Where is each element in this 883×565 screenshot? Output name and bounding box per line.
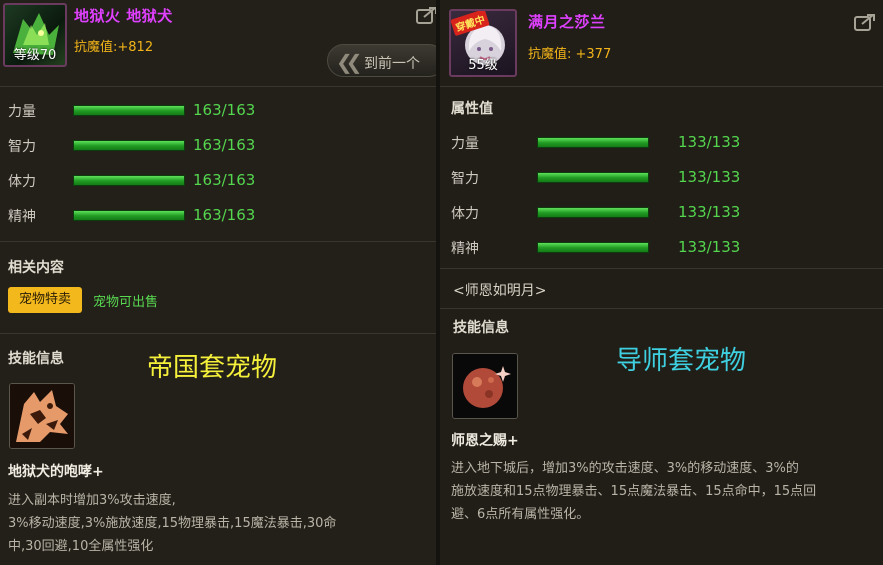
hound-roar-skill-icon <box>10 384 74 448</box>
stat-label-vitality: 体力 <box>451 206 479 222</box>
stat-value-spirit: 163/163 <box>193 206 256 224</box>
divider <box>440 86 883 87</box>
stat-label-spirit: 精神 <box>451 241 479 257</box>
stat-bar-spirit <box>537 242 649 253</box>
skill-slot[interactable] <box>9 383 75 449</box>
stat-label-strength: 力量 <box>8 104 36 120</box>
pet-portrait[interactable]: 等级70 <box>3 3 67 67</box>
set-annotation-label: 导师套宠物 <box>616 346 747 376</box>
description-line: 避、6点所有属性强化。 <box>451 507 590 522</box>
pet-name: 地狱火 地狱犬 <box>74 7 173 25</box>
divider <box>440 268 883 269</box>
skill-name: 地狱犬的咆哮+ <box>8 464 104 480</box>
divider <box>440 308 883 309</box>
export-icon[interactable] <box>854 13 876 31</box>
stat-value-vitality: 163/163 <box>193 171 256 189</box>
left-pet-panel: 等级70 地狱火 地狱犬 抗魔值:+812 ❮❮ 到前一个 力量 163/163… <box>0 0 436 565</box>
divider <box>0 241 436 242</box>
skill-description: 进入副本时增加3%攻击速度, 3%移动速度,3%施放速度,15物理暴击,15魔法… <box>8 489 433 558</box>
skills-title: 技能信息 <box>8 351 64 367</box>
pet-name: 满月之莎兰 <box>528 13 606 31</box>
pet-level: 55级 <box>468 58 498 73</box>
set-annotation-label: 帝国套宠物 <box>147 353 278 383</box>
double-chevron-left-icon: ❮❮ <box>336 50 362 74</box>
related-content-title: 相关内容 <box>8 260 64 276</box>
stat-label-intelligence: 智力 <box>451 171 479 187</box>
stat-label-vitality: 体力 <box>8 174 36 190</box>
previous-button-label: 到前一个 <box>364 56 420 72</box>
stat-bar-vitality <box>537 207 649 218</box>
magic-resist: 抗魔值:+812 <box>74 40 154 55</box>
stat-label-spirit: 精神 <box>8 209 36 225</box>
stat-bar-vitality <box>73 175 185 186</box>
pet-sale-tag[interactable]: 宠物特卖 <box>8 287 82 313</box>
pet-level: 等级70 <box>13 48 57 63</box>
divider <box>0 86 436 87</box>
stat-bar-strength <box>73 105 185 116</box>
skill-slot[interactable] <box>452 353 518 419</box>
tradeable-info: 宠物可出售 <box>93 295 159 310</box>
stat-bar-intelligence <box>537 172 649 183</box>
stat-bar-spirit <box>73 210 185 221</box>
stat-label-intelligence: 智力 <box>8 139 36 155</box>
description-line: 进入副本时增加3%攻击速度, <box>8 493 176 508</box>
stat-value-strength: 163/163 <box>193 101 256 119</box>
full-moon-skill-icon <box>453 354 517 418</box>
stat-bar-intelligence <box>73 140 185 151</box>
divider <box>0 333 436 334</box>
export-icon[interactable] <box>416 6 436 24</box>
stat-bar-strength <box>537 137 649 148</box>
previous-pet-button[interactable]: ❮❮ 到前一个 <box>327 44 436 77</box>
pet-title: <师恩如明月> <box>453 283 547 299</box>
description-line: 进入地下城后，增加3%的攻击速度、3%的移动速度、3%的 <box>451 461 799 476</box>
skill-name: 师恩之赐+ <box>451 433 519 449</box>
right-pet-panel: 穿戴中 55级 满月之莎兰 抗魔值: +377 属性值 力量 133/133 智… <box>440 0 883 565</box>
skill-description: 进入地下城后，增加3%的攻击速度、3%的移动速度、3%的 施放速度和15点物理暴… <box>451 457 883 526</box>
attributes-title: 属性值 <box>451 101 493 117</box>
stat-value-vitality: 133/133 <box>678 203 741 221</box>
pet-portrait[interactable]: 穿戴中 55级 <box>449 9 517 77</box>
stat-value-intelligence: 163/163 <box>193 136 256 154</box>
skills-title: 技能信息 <box>453 320 509 336</box>
magic-resist: 抗魔值: +377 <box>528 47 612 62</box>
stat-value-spirit: 133/133 <box>678 238 741 256</box>
description-line: 3%移动速度,3%施放速度,15物理暴击,15魔法暴击,30命 <box>8 516 337 531</box>
stat-value-intelligence: 133/133 <box>678 168 741 186</box>
stat-value-strength: 133/133 <box>678 133 741 151</box>
stat-label-strength: 力量 <box>451 136 479 152</box>
description-line: 中,30回避,10全属性强化 <box>8 539 154 554</box>
description-line: 施放速度和15点物理暴击、15点魔法暴击、15点命中，15点回 <box>451 484 817 499</box>
